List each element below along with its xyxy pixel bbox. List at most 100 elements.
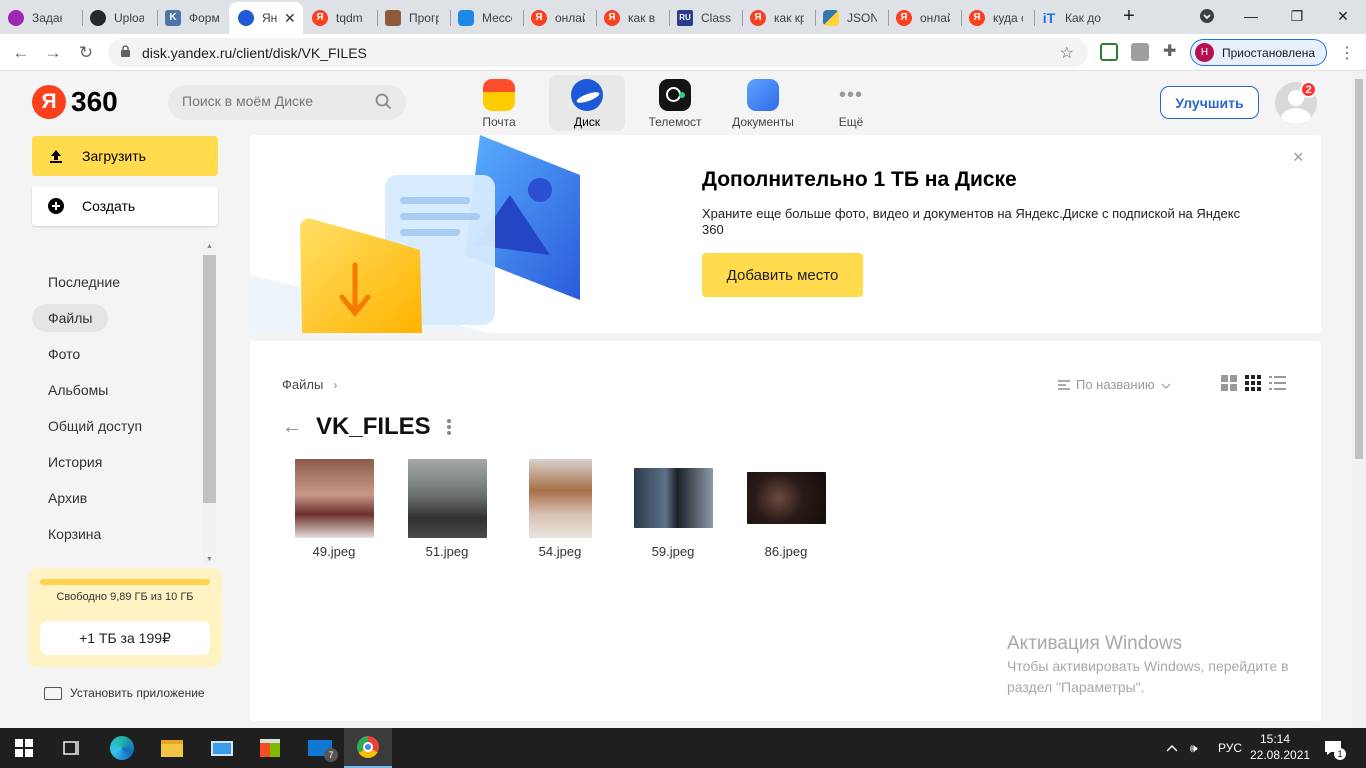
large-tiles-view-icon[interactable] xyxy=(1221,375,1239,391)
browser-tab[interactable]: Я онлай xyxy=(531,4,593,31)
browser-tab[interactable]: K Форм xyxy=(165,4,227,31)
browser-tab[interactable]: Я как кр xyxy=(750,4,812,31)
file-explorer-icon[interactable] xyxy=(148,728,196,768)
add-space-button[interactable]: Добавить место xyxy=(702,253,863,297)
chrome-taskbar-icon[interactable] xyxy=(344,728,392,768)
extensions-puzzle-icon[interactable]: ✚ xyxy=(1163,41,1181,60)
create-button[interactable]: Создать xyxy=(32,186,218,226)
store-icon[interactable] xyxy=(246,728,294,768)
browser-tab[interactable]: Прогр xyxy=(385,4,445,31)
close-icon[interactable]: × xyxy=(1293,147,1304,168)
edge-icon[interactable] xyxy=(98,728,146,768)
sidebar-item-albums[interactable]: Альбомы xyxy=(32,372,202,408)
browser-tab[interactable]: Мессе xyxy=(458,4,520,31)
sort-icon xyxy=(1058,379,1070,390)
back-arrow-icon[interactable]: ← xyxy=(282,416,302,439)
folder-menu-icon[interactable] xyxy=(446,419,451,435)
image-thumbnail xyxy=(528,458,592,538)
install-app-link[interactable]: Установить приложение xyxy=(44,686,205,700)
yandex-360-logo[interactable]: Я 360 xyxy=(32,85,118,119)
sidebar-item-files[interactable]: Файлы xyxy=(32,300,202,336)
service-documents[interactable]: Документы xyxy=(725,75,801,131)
list-view-icon[interactable] xyxy=(1269,375,1287,391)
search-input[interactable] xyxy=(182,93,372,109)
yandex-icon: Я xyxy=(969,9,985,26)
mail-app-icon[interactable]: 7 xyxy=(296,728,344,768)
start-button[interactable] xyxy=(0,728,48,768)
windows-activation-title: Активация Windows xyxy=(1007,633,1183,654)
sidebar-item-history[interactable]: История xyxy=(32,444,202,480)
storage-text: Свободно 9,89 ГБ из 10 ГБ xyxy=(56,591,194,603)
extension-icon[interactable] xyxy=(1131,43,1149,61)
file-item[interactable]: 49.jpeg xyxy=(284,454,384,559)
search-icon[interactable] xyxy=(375,93,392,110)
maximize-icon[interactable]: ❐ xyxy=(1274,0,1320,32)
browser-tab[interactable]: iT Как до xyxy=(1041,4,1107,31)
telemost-icon xyxy=(659,79,691,111)
notification-badge: 2 xyxy=(1300,81,1317,98)
task-view-icon[interactable] xyxy=(48,728,96,768)
clock[interactable]: 15:14 22.08.2021 xyxy=(1250,731,1310,763)
upgrade-button[interactable]: Улучшить xyxy=(1160,86,1259,119)
sidebar-nav: Последние Файлы Фото Альбомы Общий досту… xyxy=(32,264,202,552)
sort-dropdown[interactable]: По названию xyxy=(1058,377,1171,392)
disk-icon xyxy=(571,79,603,111)
messenger-icon xyxy=(458,9,474,26)
sidebar-item-shared[interactable]: Общий доступ xyxy=(32,408,202,444)
close-window-icon[interactable]: ✕ xyxy=(1320,0,1366,32)
reload-icon[interactable]: ↻ xyxy=(73,40,99,66)
tab-search-icon[interactable] xyxy=(1184,0,1230,32)
profile-button[interactable]: Н Приостановлена xyxy=(1190,39,1327,66)
show-hidden-icons[interactable] xyxy=(1166,728,1178,768)
browser-menu-icon[interactable]: ⋮ xyxy=(1334,40,1360,66)
file-item[interactable]: 51.jpeg xyxy=(397,454,497,559)
sidebar-scrollbar[interactable]: ▲ ▼ xyxy=(203,241,216,565)
sidebar-item-photo[interactable]: Фото xyxy=(32,336,202,372)
notifications-icon[interactable]: 1 xyxy=(1324,728,1346,768)
minimize-icon[interactable]: — xyxy=(1228,0,1274,32)
file-item[interactable]: 86.jpeg xyxy=(736,454,836,559)
browser-tab[interactable]: RU Class xyxy=(677,4,739,31)
profile-status: Приостановлена xyxy=(1222,45,1316,60)
remote-desktop-icon[interactable] xyxy=(198,728,246,768)
small-tiles-view-icon[interactable] xyxy=(1245,375,1263,391)
service-disk[interactable]: Диск xyxy=(549,75,625,131)
address-bar[interactable]: disk.yandex.ru/client/disk/VK_FILES ☆ xyxy=(108,38,1088,67)
browser-tab-bar: Задан Uploa K Форм Ян ✕ Я tqdm Прогр Мес… xyxy=(0,0,1366,34)
bookmark-star-icon[interactable]: ☆ xyxy=(1060,43,1074,63)
back-icon[interactable]: ← xyxy=(8,40,34,66)
search-box[interactable] xyxy=(168,85,406,120)
language-indicator[interactable]: РУС xyxy=(1218,728,1242,768)
browser-tab[interactable]: JSON xyxy=(823,4,885,31)
sidebar-item-archive[interactable]: Архив xyxy=(32,480,202,516)
page-scrollbar[interactable] xyxy=(1352,71,1366,728)
image-thumbnail xyxy=(294,458,374,538)
promo-banner: Дополнительно 1 ТБ на Диске Храните еще … xyxy=(250,135,1321,333)
browser-tab[interactable]: Uploa xyxy=(90,4,154,31)
service-more[interactable]: ••• Ещё xyxy=(813,75,889,131)
buy-space-button[interactable]: +1 ТБ за 199₽ xyxy=(40,621,210,655)
close-tab-icon[interactable]: ✕ xyxy=(284,10,296,27)
browser-tab[interactable]: Я онлай xyxy=(896,4,958,31)
forward-icon[interactable]: → xyxy=(40,40,66,66)
new-tab-button[interactable]: + xyxy=(1106,0,1152,32)
browser-tab-active[interactable]: Ян ✕ xyxy=(229,2,303,34)
service-mail[interactable]: Почта xyxy=(461,75,537,131)
browser-tab[interactable]: Я как в xyxy=(604,4,666,31)
service-telemost[interactable]: Телемост xyxy=(637,75,713,131)
promo-description: Храните еще больше фото, видео и докумен… xyxy=(702,206,1241,237)
file-item[interactable]: 59.jpeg xyxy=(623,454,723,559)
folder-title-row: ← VK_FILES xyxy=(282,413,451,441)
browser-tab[interactable]: Задан xyxy=(8,4,74,31)
chevron-down-icon xyxy=(1161,377,1171,392)
github-icon xyxy=(90,9,106,26)
sidebar-item-recent[interactable]: Последние xyxy=(32,264,202,300)
volume-icon[interactable]: 🕪 xyxy=(1190,728,1198,768)
browser-tab[interactable]: Я куда с xyxy=(969,4,1031,31)
breadcrumb-files[interactable]: Файлы xyxy=(282,377,323,392)
file-item[interactable]: 54.jpeg xyxy=(510,454,610,559)
upload-button[interactable]: Загрузить xyxy=(32,136,218,176)
sidebar-item-trash[interactable]: Корзина xyxy=(32,516,202,552)
browser-tab[interactable]: Я tqdm xyxy=(312,4,374,31)
extension-icon[interactable] xyxy=(1100,43,1118,61)
